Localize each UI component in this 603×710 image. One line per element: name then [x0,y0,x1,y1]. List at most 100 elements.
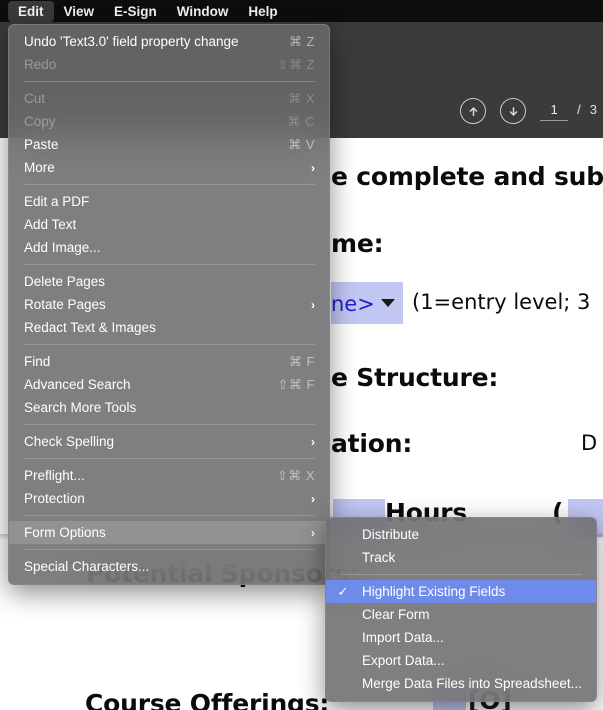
submenu-separator [340,574,582,575]
chevron-right-icon: › [311,525,315,540]
submenu-item-merge-data-files-into-spreadsheet[interactable]: Merge Data Files into Spreadsheet... [326,672,596,695]
menu-item-paste[interactable]: Paste ⌘ V [9,133,329,156]
menu-separator [23,458,315,459]
menu-item-label: Cut [24,91,46,106]
menu-item-undo-text3-0-field-property-change[interactable]: Undo 'Text3.0' field property change ⌘ Z [9,30,329,53]
chevron-right-icon: › [311,491,315,506]
submenu-item-label: Import Data... [362,630,444,645]
menu-item-shortcut: ⌘ F [288,353,315,369]
menu-item-label: Special Characters... [24,559,150,574]
menu-item-label: Preflight... [24,468,85,483]
menu-item-label: Edit a PDF [24,194,90,209]
menubar-item-edit[interactable]: Edit [8,0,54,22]
doc-line-6: D [581,431,598,455]
doc-line-4: e Structure: [331,363,499,392]
page-separator: / [577,101,581,117]
submenu-item-clear-form[interactable]: Clear Form [326,603,596,626]
menu-item-shortcut: ⇧⌘ Z [277,56,315,72]
submenu-item-label: Highlight Existing Fields [362,584,506,599]
chevron-down-icon[interactable] [381,299,395,307]
menu-item-shortcut: ⇧⌘ X [276,467,315,483]
menu-item-shortcut: ⌘ Z [288,33,315,49]
submenu-item-label: Distribute [362,527,420,542]
menu-item-label: Search More Tools [24,400,137,415]
menu-item-preflight[interactable]: Preflight... ⇧⌘ X [9,464,329,487]
menu-item-edit-a-pdf[interactable]: Edit a PDF [9,190,329,213]
submenu-item-label: Merge Data Files into Spreadsheet... [362,676,582,691]
screen-root: e complete and subm me: ne> (1=entry lev… [0,0,603,710]
submenu-item-distribute[interactable]: Distribute [326,523,596,546]
menu-separator [23,264,315,265]
menu-item-label: Redo [24,57,57,72]
check-icon: ✓ [337,583,349,599]
menu-item-advanced-search[interactable]: Advanced Search ⇧⌘ F [9,373,329,396]
menu-item-label: Advanced Search [24,377,131,392]
menu-item-shortcut: ⌘ C [287,113,315,129]
submenu-item-highlight-existing-fields[interactable]: ✓ Highlight Existing Fields [326,580,596,603]
menu-separator [23,515,315,516]
menu-item-redact-text-images[interactable]: Redact Text & Images [9,316,329,339]
menu-item-rotate-pages[interactable]: Rotate Pages › [9,293,329,316]
submenu-item-track[interactable]: Track [326,546,596,569]
menu-item-find[interactable]: Find ⌘ F [9,350,329,373]
menu-item-redo: Redo ⇧⌘ Z [9,53,329,76]
arrow-up-circle-icon[interactable] [460,98,487,124]
chevron-right-icon: › [311,434,315,449]
menu-item-add-image[interactable]: Add Image... [9,236,329,259]
doc-line-2: me: [331,229,384,258]
menu-separator [23,549,315,550]
menu-item-shortcut: ⌘ X [288,90,315,106]
doc-line-1: e complete and subm [331,162,603,191]
menu-item-copy: Copy ⌘ C [9,110,329,133]
menu-item-label: More [24,160,55,175]
menu-item-label: Undo 'Text3.0' field property change [24,34,239,49]
menu-separator [23,81,315,82]
menu-separator [23,344,315,345]
menu-item-label: Delete Pages [24,274,106,289]
menu-bar: Edit View E-Sign Window Help [0,0,603,22]
doc-line-5: ation: [331,429,413,458]
menu-item-shortcut: ⌘ V [288,136,315,152]
menu-item-search-more-tools[interactable]: Search More Tools [9,396,329,419]
menu-item-label: Find [24,354,51,369]
submenu-item-export-data[interactable]: Export Data... [326,649,596,672]
submenu-item-label: Track [362,550,396,565]
menu-item-special-characters[interactable]: Special Characters... [9,555,329,578]
doc-line-10: Course Offerings: [85,689,330,710]
menu-item-label: Add Text [24,217,77,232]
menubar-item-view[interactable]: View [54,1,105,22]
menu-item-protection[interactable]: Protection › [9,487,329,510]
edit-dropdown-menu: Undo 'Text3.0' field property change ⌘ Z R… [8,24,330,585]
submenu-item-label: Export Data... [362,653,445,668]
menu-item-shortcut: ⇧⌘ F [277,376,315,392]
submenu-item-import-data[interactable]: Import Data... [326,626,596,649]
arrow-down-circle-icon[interactable] [500,98,527,124]
menu-item-form-options[interactable]: Form Options › [9,521,329,544]
menu-separator [23,184,315,185]
menu-item-label: Paste [24,137,59,152]
menu-item-label: Redact Text & Images [24,320,156,335]
menu-item-label: Protection [24,491,85,506]
menu-item-more[interactable]: More › [9,156,329,179]
form-options-submenu: Distribute Track ✓ Highlight Existing Field… [325,517,597,702]
menu-item-label: Add Image... [24,240,101,255]
doc-line-3: (1=entry level; 3 [412,290,591,314]
form-field-value: ne> [331,292,375,316]
menu-item-label: Copy [24,114,56,129]
page-number-input[interactable]: 1 [540,102,569,121]
menubar-item-help[interactable]: Help [238,1,287,22]
menu-item-add-text[interactable]: Add Text [9,213,329,236]
menubar-item-window[interactable]: Window [167,1,239,22]
menu-item-label: Rotate Pages [24,297,106,312]
chevron-right-icon: › [311,297,315,312]
page-indicator: 1 / 3 [540,102,597,121]
page-total: 3 [589,101,597,117]
menu-item-label: Check Spelling [24,434,115,449]
menu-separator [23,424,315,425]
menu-item-delete-pages[interactable]: Delete Pages [9,270,329,293]
submenu-item-label: Clear Form [362,607,430,622]
menu-item-check-spelling[interactable]: Check Spelling › [9,430,329,453]
chevron-right-icon: › [311,160,315,175]
menu-item-cut: Cut ⌘ X [9,87,329,110]
menubar-item-esign[interactable]: E-Sign [104,1,167,22]
